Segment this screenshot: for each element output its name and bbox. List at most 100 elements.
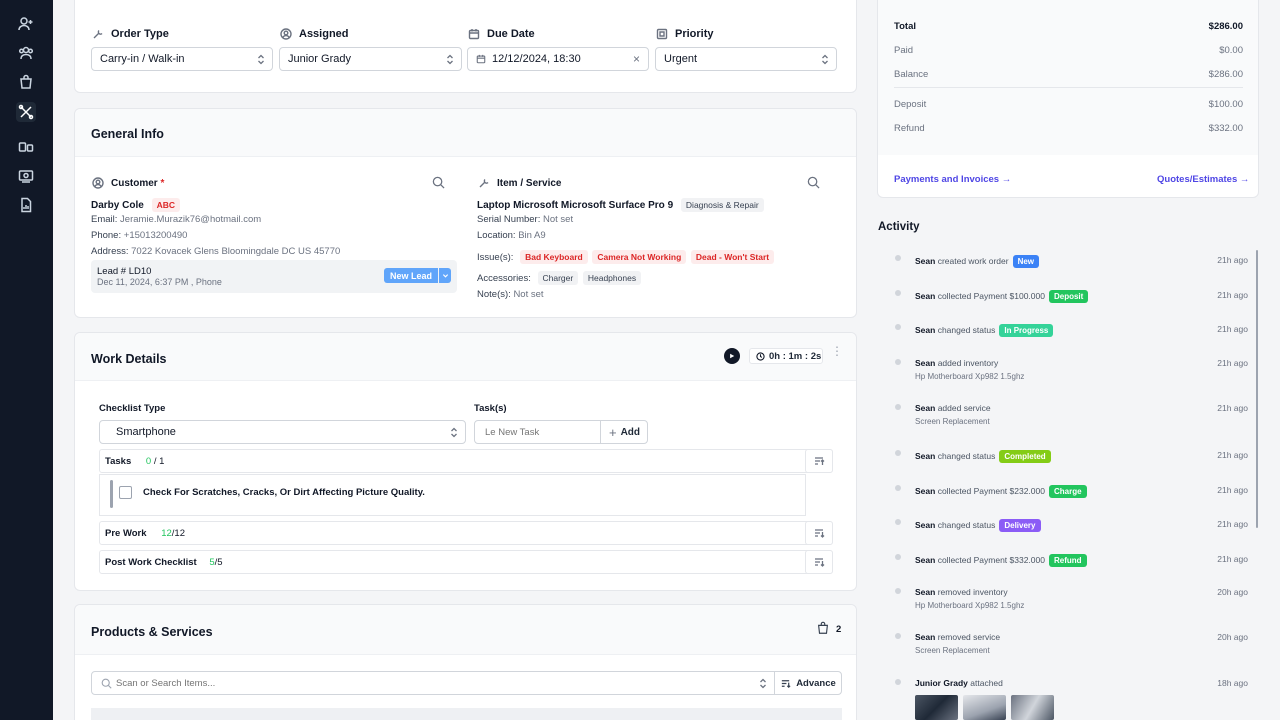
- work-details-header: Work Details 0h : 1m : 2s ⋮: [75, 333, 856, 381]
- activity-item: Sean changed status In Progress 21h ago: [878, 321, 1248, 341]
- lead-box[interactable]: Lead # LD10 Dec 11, 2024, 6:37 PM , Phon…: [91, 260, 457, 293]
- due-date-label: Due Date: [468, 28, 535, 40]
- activity-scrollbar[interactable]: [1256, 250, 1258, 528]
- order-fields-card: Order Type Carry-in / Walk-in Assigned J…: [74, 0, 857, 93]
- calendar-icon: [476, 54, 486, 67]
- shopping-bag-icon: [816, 621, 830, 638]
- attachment-thumbnail[interactable]: [963, 695, 1006, 720]
- issue-badge: Camera Not Working: [592, 250, 687, 264]
- expand-pre-work-button[interactable]: [805, 521, 833, 545]
- paid-row: Paid $0.00: [894, 45, 1243, 56]
- search-customer-icon[interactable]: [432, 176, 445, 192]
- customers-icon[interactable]: [16, 43, 36, 63]
- add-user-icon[interactable]: [16, 14, 36, 34]
- timeline-dot: [895, 588, 901, 594]
- customer-email: Email: Jeramie.Murazik76@hotmail.com: [91, 214, 262, 225]
- wrench-icon: [93, 30, 103, 39]
- collapse-tasks-button[interactable]: [805, 449, 833, 473]
- post-work-label: Post Work Checklist 5/5: [105, 557, 223, 568]
- products-table-header: [91, 708, 842, 720]
- location: Location: Bin A9: [477, 230, 546, 241]
- user-circle-icon: [92, 177, 104, 189]
- issue-badge: Bad Keyboard: [520, 250, 588, 264]
- repair-tools-icon[interactable]: [16, 102, 36, 122]
- activity-item: Sean changed status Completed 21h ago: [878, 447, 1248, 467]
- shopping-bag-icon[interactable]: [16, 72, 36, 92]
- priority-label: Priority: [656, 28, 714, 40]
- post-work-row[interactable]: Post Work Checklist 5/5: [99, 550, 833, 574]
- activity-item: Sean added service Screen Replacement 21…: [878, 403, 1248, 429]
- more-options-icon[interactable]: ⋮: [831, 345, 843, 357]
- work-details-title: Work Details: [91, 352, 167, 366]
- products-services-header: Products & Services 2: [75, 605, 856, 655]
- work-details-card: Work Details 0h : 1m : 2s ⋮ Checklist Ty…: [74, 332, 857, 591]
- sort-down-icon: [815, 558, 825, 567]
- item-service-label: Item / Service: [478, 177, 561, 189]
- assigned-select[interactable]: Junior Grady: [279, 47, 462, 71]
- pre-work-row[interactable]: Pre Work 12/12: [99, 521, 833, 545]
- tasks-row[interactable]: Tasks 0 / 1: [99, 449, 833, 473]
- reports-icon[interactable]: [16, 195, 36, 215]
- advance-button[interactable]: Advance: [774, 671, 842, 695]
- balance-row: Balance $286.00: [894, 69, 1243, 80]
- timeline-dot: [895, 554, 901, 560]
- payments-invoices-link[interactable]: Payments and Invoices →: [894, 174, 1011, 185]
- priority-select[interactable]: Urgent: [655, 47, 837, 71]
- status-badge: Completed: [999, 450, 1051, 463]
- chevron-updown-icon[interactable]: [759, 678, 767, 692]
- attachment-thumbnail[interactable]: [915, 695, 958, 720]
- new-lead-button[interactable]: New Lead: [384, 268, 438, 283]
- timeline-dot: [895, 679, 901, 685]
- new-lead-dropdown[interactable]: [439, 268, 451, 283]
- expand-post-work-button[interactable]: [805, 550, 833, 574]
- refund-row: Refund $332.00: [894, 123, 1243, 134]
- assigned-label: Assigned: [280, 28, 349, 40]
- play-timer-button[interactable]: [724, 348, 740, 364]
- status-badge: Refund: [1048, 554, 1087, 567]
- timeline-dot: [895, 404, 901, 410]
- sidebar: [0, 0, 53, 720]
- checklist-type-select[interactable]: Smartphone: [99, 420, 466, 444]
- issues: Issue(s): Bad Keyboard Camera Not Workin…: [477, 250, 775, 264]
- total-row: Total $286.00: [894, 21, 1243, 32]
- task-checkbox[interactable]: [119, 486, 132, 499]
- timeline-dot: [895, 450, 901, 456]
- quotes-estimates-link[interactable]: Quotes/Estimates →: [1157, 174, 1249, 185]
- devices-icon[interactable]: [16, 137, 36, 157]
- customer-address: Address: 7022 Kovacek Glens Bloomingdale…: [91, 246, 341, 257]
- attachment-thumbnail[interactable]: [1011, 695, 1054, 720]
- new-task-group: + Add: [474, 420, 648, 444]
- activity-item: Sean created work order New 21h ago: [878, 252, 1248, 272]
- item-search-input[interactable]: [116, 672, 746, 694]
- issue-badge: Dead - Won't Start: [690, 250, 775, 264]
- checklist-type-label: Checklist Type: [99, 403, 166, 414]
- accessory-badge: Charger: [537, 271, 579, 285]
- timeline-dot: [895, 324, 901, 330]
- payments-icon[interactable]: [16, 166, 36, 186]
- activity-item: Junior Grady attached 18h ago: [878, 678, 1248, 720]
- search-item-icon[interactable]: [807, 176, 820, 192]
- calendar-icon: [468, 29, 480, 40]
- products-count: 2: [836, 624, 842, 635]
- clear-icon[interactable]: ×: [633, 52, 640, 66]
- order-type-select[interactable]: Carry-in / Walk-in: [91, 47, 273, 71]
- accessory-badge: Headphones: [582, 271, 642, 285]
- timer-display: 0h : 1m : 2s: [749, 348, 823, 364]
- item-name[interactable]: Laptop Microsoft Microsoft Surface Pro 9…: [477, 198, 764, 212]
- wrench-icon: [479, 179, 489, 188]
- user-circle-icon: [280, 28, 292, 40]
- lead-subtitle: Dec 11, 2024, 6:37 PM , Phone: [97, 277, 222, 287]
- priority-icon: [656, 28, 668, 40]
- play-icon: [730, 353, 735, 359]
- search-icon: [101, 678, 112, 692]
- task-item-text: Check For Scratches, Cracks, Or Dirt Aff…: [143, 487, 425, 498]
- chevron-updown-icon: [257, 54, 265, 65]
- add-task-button[interactable]: + Add: [600, 421, 648, 443]
- notes: Note(s): Not set: [477, 289, 544, 300]
- chevron-down-icon: [442, 274, 448, 278]
- customer-name[interactable]: Darby Cole ABC: [91, 198, 180, 212]
- status-badge: Delivery: [999, 519, 1041, 532]
- activity-item: Sean collected Payment $232.000 Charge 21…: [878, 482, 1248, 502]
- new-task-input[interactable]: [475, 421, 600, 443]
- due-date-input[interactable]: 12/12/2024, 18:30 ×: [467, 47, 649, 71]
